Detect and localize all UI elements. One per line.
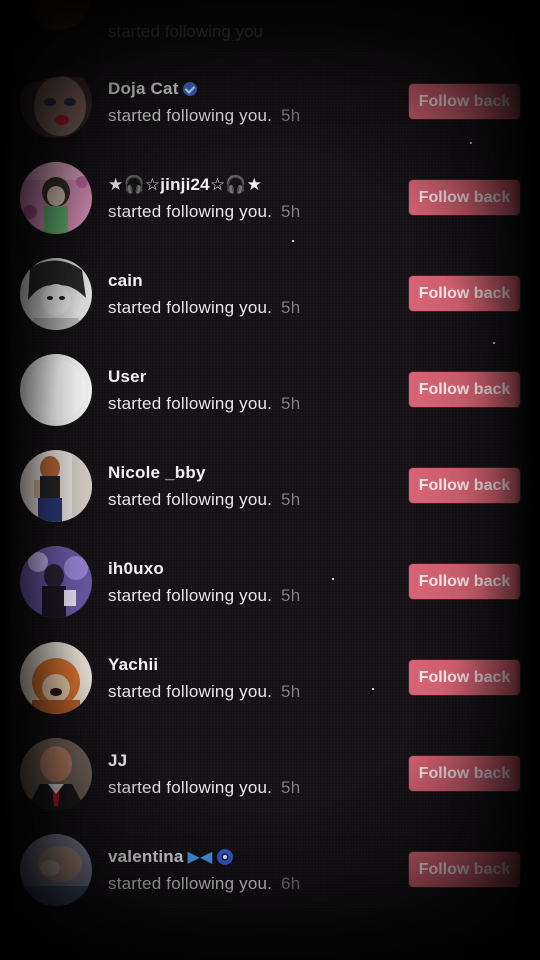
activity-line: started following you. 5h (108, 106, 300, 126)
username-line: User (108, 367, 147, 387)
avatar[interactable] (20, 258, 92, 330)
activity-line: started following you. 5h (108, 490, 300, 510)
notification-row[interactable]: valentina ▶◀ started following you. 6h F… (0, 822, 540, 918)
dust-speck (493, 342, 495, 344)
activity-text: started following you. (108, 586, 273, 605)
notification-row[interactable]: JJ started following you. 5h Follow back (0, 726, 540, 822)
notification-row[interactable]: Nicole _bby started following you. 5h Fo… (0, 438, 540, 534)
activity-text: started following you. (108, 778, 273, 797)
verified-badge-icon (182, 82, 197, 96)
avatar[interactable] (20, 162, 92, 234)
timestamp: 5h (281, 778, 301, 797)
activity-line: started following you. 5h (108, 682, 300, 702)
timestamp: 5h (281, 106, 301, 125)
username[interactable]: Doja Cat (108, 79, 179, 99)
activity-text: started following you. (108, 874, 273, 893)
username-line: valentina ▶◀ (108, 847, 233, 867)
follow-back-button[interactable]: Follow back (409, 756, 520, 791)
timestamp: 5h (281, 394, 301, 413)
notification-row[interactable]: Doja Cat started following you. 5h Follo… (0, 54, 540, 150)
username[interactable]: ih0uxo (108, 559, 164, 579)
left-edge-shadow (0, 0, 14, 960)
notification-row[interactable]: User started following you. 5h Follow ba… (0, 342, 540, 438)
username-line: ih0uxo (108, 559, 164, 579)
activity-line: started following you. 5h (108, 778, 300, 798)
timestamp: 6h (281, 874, 301, 893)
timestamp: 5h (281, 298, 301, 317)
dust-speck (332, 578, 334, 580)
username-line: Yachii (108, 655, 158, 675)
activity-line: started following you. 5h (108, 202, 300, 222)
avatar[interactable] (20, 642, 92, 714)
notification-row[interactable]: ih0uxo started following you. 5h Follow … (0, 534, 540, 630)
username[interactable]: JJ (108, 751, 127, 771)
follow-back-button[interactable]: Follow back (409, 372, 520, 407)
timestamp: 5h (281, 682, 301, 701)
notifications-screen: started following you Doja Cat started f… (0, 0, 540, 960)
username-line: Doja Cat (108, 79, 197, 99)
notification-row[interactable]: Yachii started following you. 5h Follow … (0, 630, 540, 726)
username-line: JJ (108, 751, 127, 771)
notification-row[interactable]: ★🎧☆jinji24☆🎧★ started following you. 5h … (0, 150, 540, 246)
activity-text: started following you. (108, 202, 273, 221)
username-line: cain (108, 271, 143, 291)
follow-back-button[interactable]: Follow back (409, 468, 520, 503)
activity-line: started following you. 5h (108, 586, 300, 606)
follow-back-button[interactable]: Follow back (409, 84, 520, 119)
activity-line: started following you. 6h (108, 874, 300, 894)
avatar[interactable] (20, 450, 92, 522)
partial-action-text: started following you (108, 22, 263, 41)
activity-line: started following you. 5h (108, 298, 300, 318)
username[interactable]: cain (108, 271, 143, 291)
username-line: ★🎧☆jinji24☆🎧★ (108, 175, 262, 195)
timestamp: 5h (281, 490, 301, 509)
username-line: Nicole _bby (108, 463, 206, 483)
right-edge-shadow (514, 0, 540, 960)
follow-back-button[interactable]: Follow back (409, 180, 520, 215)
avatar[interactable] (20, 546, 92, 618)
username[interactable]: ★🎧☆jinji24☆🎧★ (108, 175, 262, 195)
activity-text: started following you. (108, 490, 273, 509)
follow-back-button[interactable]: Follow back (409, 660, 520, 695)
dust-speck (372, 688, 374, 690)
username[interactable]: Yachii (108, 655, 158, 675)
avatar[interactable] (20, 354, 92, 426)
avatar[interactable] (24, 0, 92, 30)
follow-back-button[interactable]: Follow back (409, 564, 520, 599)
dust-speck (470, 142, 472, 144)
butterfly-emoji-icon: ▶◀ (187, 849, 213, 866)
dust-speck (292, 240, 294, 242)
avatar[interactable] (20, 834, 92, 906)
avatar[interactable] (20, 66, 92, 138)
follow-back-button[interactable]: Follow back (409, 276, 520, 311)
username[interactable]: User (108, 367, 147, 387)
partial-notification-row: started following you (0, 0, 540, 50)
avatar[interactable] (20, 738, 92, 810)
timestamp: 5h (281, 586, 301, 605)
activity-text: started following you. (108, 106, 273, 125)
activity-text: started following you. (108, 394, 273, 413)
activity-line: started following you. 5h (108, 394, 300, 414)
timestamp: 5h (281, 202, 301, 221)
username[interactable]: Nicole _bby (108, 463, 206, 483)
notification-row[interactable]: cain started following you. 5h Follow ba… (0, 246, 540, 342)
activity-text: started following you. (108, 298, 273, 317)
follow-back-button[interactable]: Follow back (409, 852, 520, 887)
activity-text: started following you. (108, 682, 273, 701)
evil-eye-emoji-icon (216, 849, 233, 865)
username[interactable]: valentina (108, 847, 184, 867)
